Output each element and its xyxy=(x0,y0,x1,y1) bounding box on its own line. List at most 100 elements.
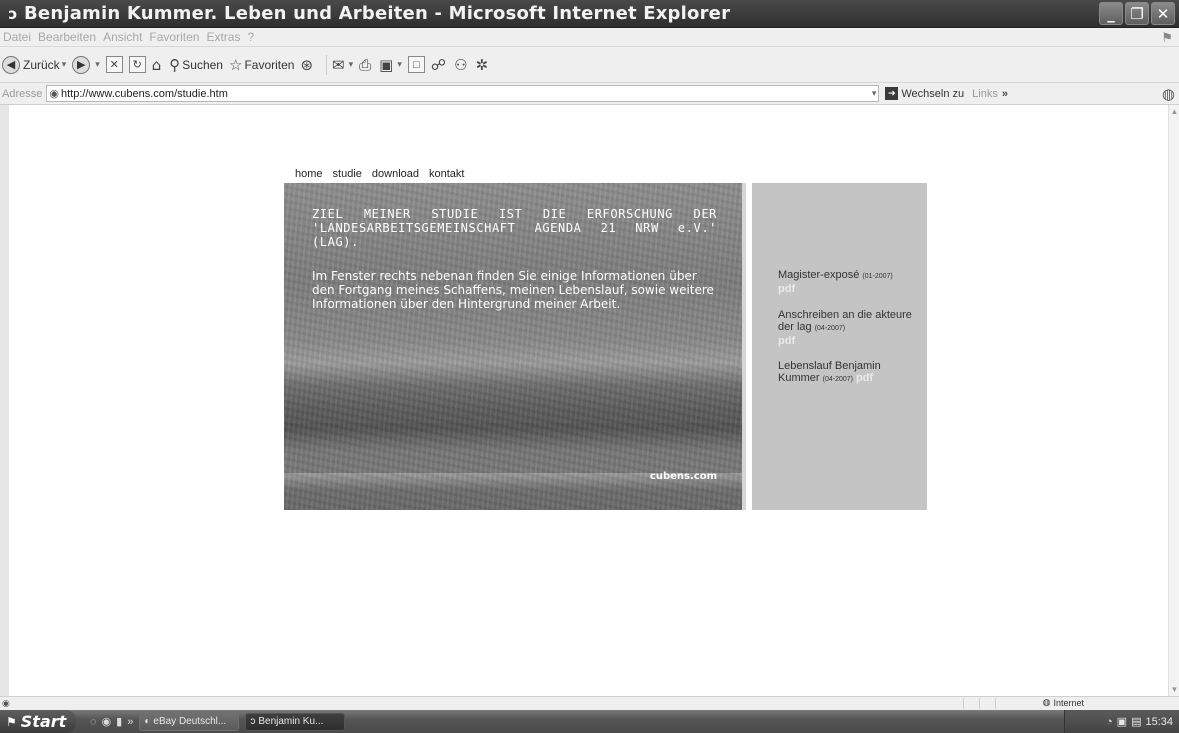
mail-button[interactable]: ✉ ▾ xyxy=(332,56,353,74)
zone-label: Internet xyxy=(1053,697,1084,708)
taskbar-button-benjamin[interactable]: ↄ Benjamin Ku... xyxy=(245,712,346,731)
forward-button[interactable]: ▶ ▾ xyxy=(72,55,100,74)
menu-item-datei[interactable]: Datei xyxy=(3,30,31,44)
quick-launch-chevron-icon[interactable]: » xyxy=(127,716,133,728)
extra-button[interactable]: ✲ xyxy=(476,56,491,74)
go-button[interactable]: ➔ Wechseln zu xyxy=(885,87,964,100)
address-dropdown-icon[interactable]: ▾ xyxy=(872,88,877,99)
scroll-down-icon[interactable]: ▼ xyxy=(1170,685,1179,694)
home-button[interactable]: ⌂ xyxy=(152,56,164,74)
stop-icon: ✕ xyxy=(105,56,123,73)
document-pdf-link[interactable]: pdf xyxy=(856,372,873,384)
favorites-button[interactable]: ☆ Favoriten xyxy=(229,56,294,74)
refresh-button[interactable]: ↻ xyxy=(128,56,146,73)
tray-icon[interactable]: ◔ xyxy=(1106,716,1113,728)
history-icon: ⊛ xyxy=(300,55,314,74)
page-icon: ◉ xyxy=(49,88,59,100)
nav-link-home[interactable]: home xyxy=(295,168,323,180)
edit-dropdown-icon[interactable]: ▾ xyxy=(397,59,402,70)
favorites-label: Favoriten xyxy=(244,57,295,72)
hero-image: ZIEL MEINER STUDIE IST DIE ERFORSCHUNG D… xyxy=(284,183,746,510)
maximize-button[interactable]: ❐ xyxy=(1125,2,1149,25)
address-url[interactable]: http://www.cubens.com/studie.htm xyxy=(61,88,228,100)
messenger-icon: ⚇ xyxy=(454,55,468,74)
taskbar-button-ebay[interactable]: ◐ eBay Deutschl... xyxy=(139,712,240,731)
extra-icon: ✲ xyxy=(475,55,489,74)
back-label: Zurück xyxy=(23,57,60,72)
history-button[interactable]: ⊛ xyxy=(300,56,315,74)
document-pdf-link[interactable]: pdf xyxy=(778,335,795,347)
window-title: Benjamin Kummer. Leben und Arbeiten - Mi… xyxy=(24,3,731,24)
address-bar: Adresse ◉ http://www.cubens.com/studie.h… xyxy=(0,83,1179,105)
links-label[interactable]: Links xyxy=(972,88,998,100)
document-item: Lebenslauf Benjamin Kummer (04-2007) pdf xyxy=(778,360,918,386)
hero-body-text: Im Fenster rechts nebenan finden Sie ein… xyxy=(312,269,714,311)
nav-link-kontakt[interactable]: kontakt xyxy=(429,168,464,180)
mail-dropdown-icon[interactable]: ▾ xyxy=(349,59,354,70)
site-nav: home studie download kontakt xyxy=(295,168,464,180)
stop-button[interactable]: ✕ xyxy=(105,56,123,73)
hero-edge xyxy=(742,183,746,510)
nav-link-download[interactable]: download xyxy=(372,168,419,180)
home-icon: ⌂ xyxy=(151,55,162,74)
document-pdf-link[interactable]: pdf xyxy=(778,283,795,295)
start-button[interactable]: ⚑ Start xyxy=(0,710,76,733)
links-chevron-icon[interactable]: » xyxy=(1002,88,1008,100)
refresh-icon: ↻ xyxy=(128,56,146,73)
research-icon: ☍ xyxy=(430,55,447,74)
address-input[interactable]: ◉ http://www.cubens.com/studie.htm ▾ xyxy=(46,85,880,102)
documents-panel: Magister-exposé (01-2007) pdf Anschreibe… xyxy=(752,183,927,510)
scroll-up-icon[interactable]: ▲ xyxy=(1170,107,1179,116)
back-arrow-icon: ◀ xyxy=(2,55,20,74)
globe-icon: ◍ xyxy=(1042,697,1051,707)
task-label: Benjamin Ku... xyxy=(258,716,324,727)
back-dropdown-icon[interactable]: ▾ xyxy=(62,59,67,70)
menu-item-favoriten[interactable]: Favoriten xyxy=(149,30,199,44)
menu-item-ansicht[interactable]: Ansicht xyxy=(103,30,142,44)
ie-icon: ↄ xyxy=(250,716,256,727)
tray-icon[interactable]: ▣ xyxy=(1117,715,1127,728)
nav-link-studie[interactable]: studie xyxy=(333,168,362,180)
system-tray: ◔ ▣ ▤ 15:34 xyxy=(1064,710,1179,733)
edit-button[interactable]: ▣ ▾ xyxy=(379,56,402,74)
ie-window-icon[interactable]: ↄ xyxy=(4,5,22,23)
discuss-button[interactable]: □ xyxy=(407,56,425,73)
forward-dropdown-icon[interactable]: ▾ xyxy=(95,59,100,70)
quick-launch: ◌ ◉ ▮ » xyxy=(90,715,133,729)
address-label: Adresse xyxy=(2,87,43,100)
windows-logo-icon: ⚑ xyxy=(1161,30,1173,45)
security-zone: ◍ Internet xyxy=(1043,697,1084,708)
print-button[interactable]: ⎙ xyxy=(359,56,373,74)
menu-item-help[interactable]: ? xyxy=(247,30,254,44)
quick-launch-icon[interactable]: ◌ xyxy=(90,716,97,728)
edit-icon: ▣ xyxy=(379,55,394,74)
hero-heading: ZIEL MEINER STUDIE IST DIE ERFORSCHUNG D… xyxy=(312,207,717,249)
vertical-scrollbar[interactable]: ▲ ▼ xyxy=(1168,105,1179,696)
messenger-button[interactable]: ⚇ xyxy=(454,56,469,74)
tray-icon[interactable]: ▤ xyxy=(1131,715,1141,728)
menu-item-extras[interactable]: Extras xyxy=(206,30,240,44)
back-button[interactable]: ◀ Zurück ▾ xyxy=(2,55,67,74)
status-bar: ◉ ◍ Internet xyxy=(0,696,1179,710)
search-button[interactable]: ⚲ Suchen xyxy=(169,56,223,74)
quick-launch-icon[interactable]: ◉ xyxy=(102,715,112,728)
menu-item-bearbeiten[interactable]: Bearbeiten xyxy=(38,30,96,44)
go-arrow-icon: ➔ xyxy=(885,87,899,100)
clock: 15:34 xyxy=(1145,715,1173,728)
document-date: (04-2007) xyxy=(814,325,846,332)
status-cells xyxy=(963,698,1011,709)
quick-launch-icon[interactable]: ▮ xyxy=(116,715,122,728)
document-date: (04-2007) xyxy=(822,376,853,383)
close-button[interactable]: ✕ xyxy=(1151,2,1175,25)
start-label: Start xyxy=(20,712,67,731)
document-title: Magister-exposé xyxy=(778,269,860,281)
discuss-icon: □ xyxy=(407,56,425,73)
search-icon: ⚲ xyxy=(169,55,181,74)
taskbar: ⚑ Start ◌ ◉ ▮ » ◐ eBay Deutschl... ↄ Ben… xyxy=(0,710,1179,733)
menu-bar: Datei Bearbeiten Ansicht Favoriten Extra… xyxy=(0,28,1179,47)
minimize-button[interactable]: _ xyxy=(1099,2,1123,25)
forward-arrow-icon: ▶ xyxy=(72,55,91,74)
document-date: (01-2007) xyxy=(862,273,893,280)
research-button[interactable]: ☍ xyxy=(431,56,448,74)
status-page-icon: ◉ xyxy=(2,698,10,708)
